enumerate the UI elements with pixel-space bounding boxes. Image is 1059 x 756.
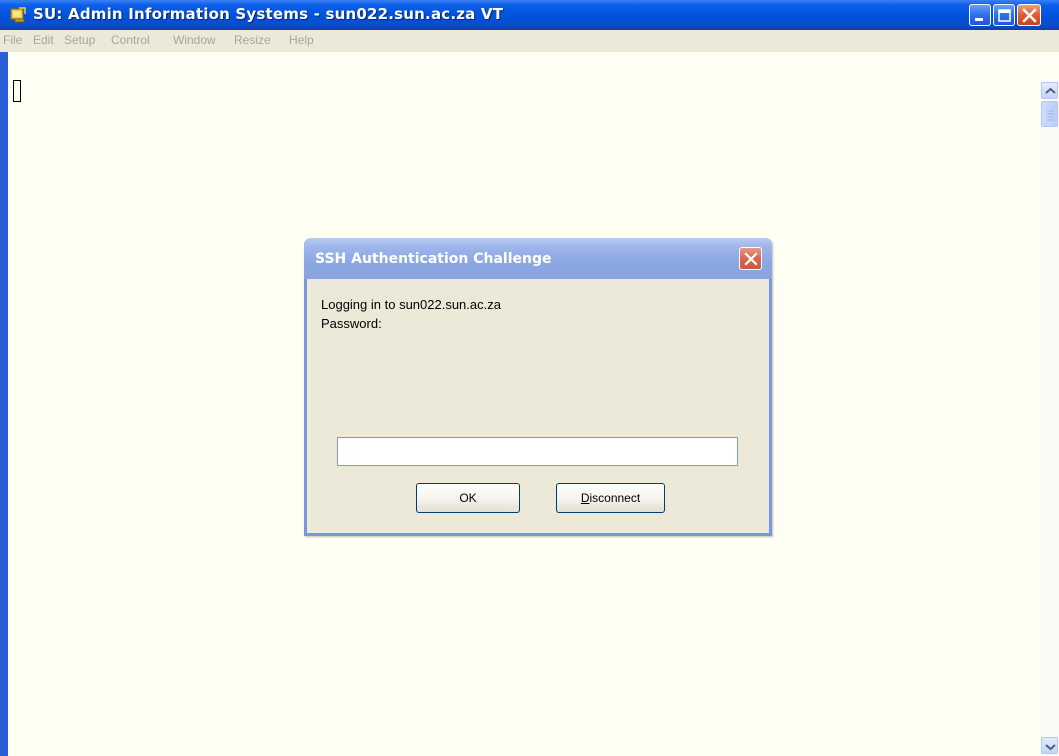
menu-control[interactable]: Control [111,33,150,47]
scroll-thumb[interactable] [1041,101,1058,127]
dialog-close-button[interactable] [739,247,762,270]
minimize-icon [975,18,983,21]
terminal-app-icon [10,7,26,23]
menu-help[interactable]: Help [289,33,314,47]
scroll-down-button[interactable] [1041,737,1058,754]
window-title: SU: Admin Information Systems - sun022.s… [33,5,504,23]
menu-bar: File Edit Setup Control Window Resize He… [0,30,1059,52]
ok-button-label: OK [459,491,477,505]
login-message: Logging in to sun022.sun.ac.za [321,297,501,312]
vertical-scrollbar[interactable] [1040,80,1059,756]
menu-file[interactable]: File [3,33,22,47]
text-cursor [13,80,21,102]
maximize-icon [998,9,1011,22]
maximize-button[interactable] [993,4,1015,26]
menu-edit[interactable]: Edit [33,33,54,47]
dialog-title: SSH Authentication Challenge [315,251,552,267]
disconnect-button-label: Disconnect [580,491,641,505]
grip-icon [1047,110,1054,121]
menu-resize[interactable]: Resize [234,33,271,47]
close-icon [744,252,758,266]
dialog-title-bar[interactable]: SSH Authentication Challenge [304,238,772,279]
disconnect-button[interactable]: Disconnect [556,483,665,513]
chevron-up-icon [1045,87,1056,94]
ok-button[interactable]: OK [416,483,520,513]
terminal-window: SU: Admin Information Systems - sun022.s… [0,0,1059,756]
menu-setup[interactable]: Setup [64,33,95,47]
menu-window[interactable]: Window [173,33,216,47]
minimize-button[interactable] [969,4,991,26]
close-icon [1022,8,1037,23]
scroll-up-button[interactable] [1041,82,1058,99]
title-bar[interactable]: SU: Admin Information Systems - sun022.s… [0,0,1059,30]
close-button[interactable] [1017,4,1041,26]
chevron-down-icon [1045,744,1056,751]
password-label: Password: [321,316,382,331]
password-input[interactable] [337,437,738,466]
ssh-auth-dialog: SSH Authentication Challenge Logging in … [304,238,772,536]
